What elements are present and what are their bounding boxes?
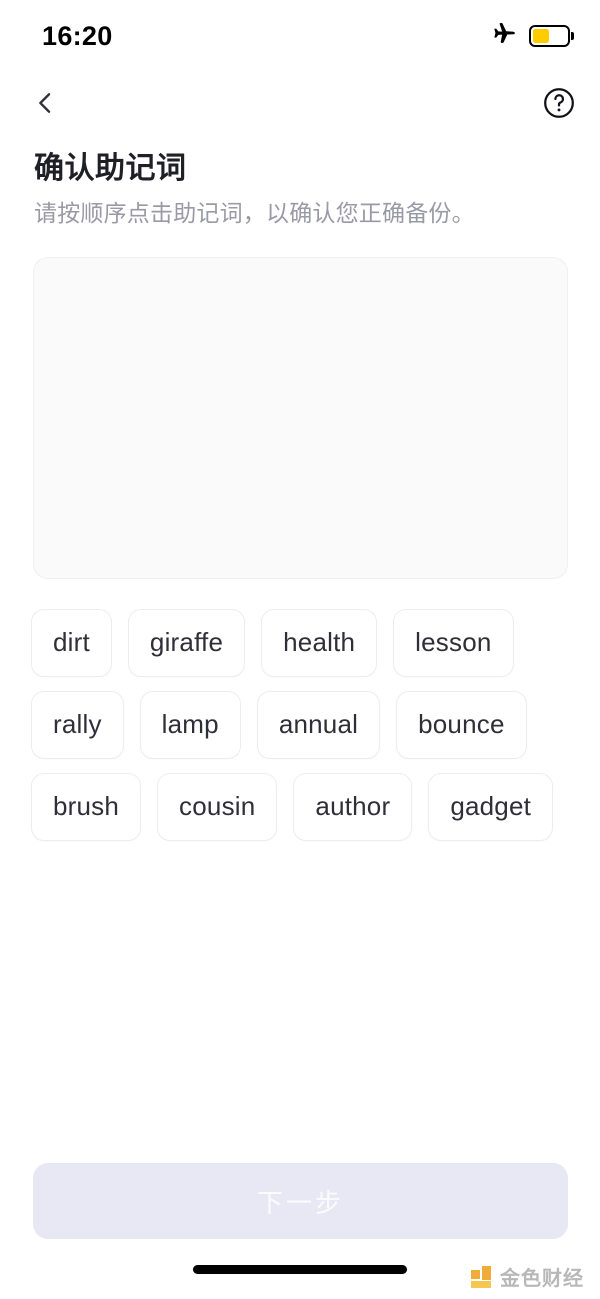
word-chip[interactable]: dirt: [31, 608, 112, 677]
selected-words-list: [34, 258, 567, 578]
word-chip[interactable]: annual: [256, 690, 381, 759]
word-chip[interactable]: lesson: [393, 608, 514, 677]
nav-bar: [0, 72, 600, 138]
battery-icon: [529, 25, 574, 48]
bottom-bar: 金色财经: [0, 1239, 600, 1299]
status-bar: 16:20: [0, 0, 600, 72]
home-indicator[interactable]: [193, 1264, 407, 1274]
status-time: 16:20: [42, 20, 113, 51]
chevron-left-icon: [31, 89, 59, 122]
next-button[interactable]: 下一步: [33, 1163, 568, 1239]
watermark: 金色财经: [471, 1262, 584, 1291]
word-chip[interactable]: lamp: [139, 690, 241, 759]
battery-fill: [533, 29, 550, 43]
selected-words-panel[interactable]: [33, 256, 568, 579]
watermark-logo-icon: [471, 1265, 493, 1288]
word-bank: dirt giraffe health lesson rally lamp annual bo…: [31, 608, 570, 841]
question-mark-circle-icon: [541, 85, 577, 126]
help-button[interactable]: [536, 82, 582, 128]
word-chip[interactable]: giraffe: [127, 608, 246, 677]
app-screen: 16:20 确认助记词 请按顺序点击助记词，以确认您正确备份。 dirt gir…: [0, 0, 600, 1299]
word-chip[interactable]: health: [261, 608, 378, 677]
airplane-icon: [491, 21, 517, 52]
page-header: 确认助记词 请按顺序点击助记词，以确认您正确备份。: [0, 138, 600, 229]
status-indicators: [491, 21, 574, 52]
page-subtitle: 请按顺序点击助记词，以确认您正确备份。: [34, 199, 475, 226]
word-chip[interactable]: bounce: [396, 690, 527, 759]
layout-spacer: [0, 841, 600, 1163]
word-chip[interactable]: author: [293, 772, 413, 841]
back-button[interactable]: [22, 82, 68, 128]
word-chip[interactable]: brush: [31, 772, 142, 841]
word-chip[interactable]: gadget: [428, 772, 554, 841]
word-chip[interactable]: cousin: [157, 772, 278, 841]
watermark-text: 金色财经: [500, 1266, 584, 1290]
word-chip[interactable]: rally: [31, 690, 124, 759]
page-title: 确认助记词: [34, 152, 187, 185]
